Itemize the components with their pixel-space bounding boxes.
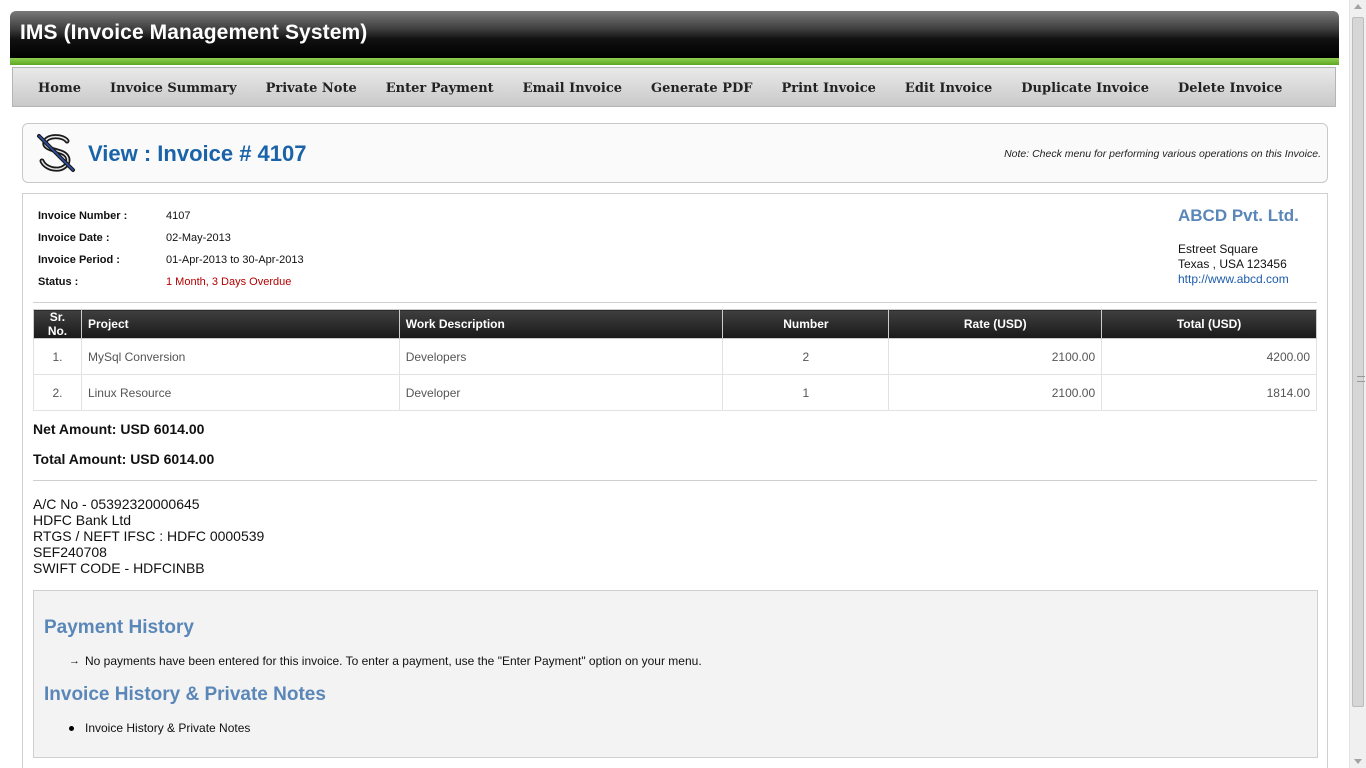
bullet-icon	[69, 725, 77, 731]
cell-rate: 2100.00	[888, 338, 1103, 375]
menu-list: Home Invoice Summary Private Note Enter …	[38, 81, 1311, 96]
invoice-panel: Invoice Number : 4107 Invoice Date : 02-…	[22, 193, 1328, 768]
menu-generate-pdf[interactable]: Generate PDF	[651, 81, 752, 96]
info-row-period: Invoice Period : 01-Apr-2013 to 30-Apr-2…	[38, 254, 304, 276]
menu-private-note[interactable]: Private Note	[266, 81, 357, 96]
payment-history-item: → No payments have been entered for this…	[69, 654, 702, 668]
company-address-line2: Texas , USA 123456	[1178, 257, 1287, 271]
cell-number: 2	[722, 338, 890, 375]
cell-number: 1	[722, 374, 890, 411]
invoice-history-item: Invoice History & Private Notes	[69, 721, 250, 735]
bank-name: HDFC Bank Ltd	[33, 512, 132, 528]
page: IMS (Invoice Management System) Home Inv…	[0, 0, 1366, 768]
invoice-status-label: Status :	[38, 276, 79, 288]
divider	[33, 480, 1317, 481]
company-address-line1: Estreet Square	[1178, 242, 1259, 256]
invoice-date-value: 02-May-2013	[166, 232, 231, 244]
info-row-number: Invoice Number : 4107	[38, 210, 304, 232]
cell-project: MySql Conversion	[80, 338, 400, 375]
divider	[33, 302, 1317, 303]
scroll-down-arrow-icon[interactable]	[1354, 759, 1362, 764]
page-title-box: View : Invoice # 4107 Note: Check menu f…	[22, 123, 1328, 183]
company-website-link[interactable]: http://www.abcd.com	[1178, 272, 1299, 287]
history-panel: Payment History → No payments have been …	[33, 590, 1318, 758]
table-header-row: Sr. No. Project Work Description Number …	[33, 309, 1317, 339]
info-row-status: Status : 1 Month, 3 Days Overdue	[38, 276, 304, 298]
cell-total: 4200.00	[1101, 338, 1317, 375]
invoice-info: Invoice Number : 4107 Invoice Date : 02-…	[38, 210, 304, 298]
app-title: IMS (Invoice Management System)	[20, 21, 368, 44]
table-row: 2. Linux Resource Developer 1 2100.00 18…	[33, 374, 1317, 411]
invoice-history-item-label: Invoice History & Private Notes	[85, 721, 251, 735]
company-block: ABCD Pvt. Ltd. Estreet Square Texas , US…	[1178, 206, 1299, 287]
page-title: View : Invoice # 4107	[88, 141, 307, 166]
info-row-date: Invoice Date : 02-May-2013	[38, 232, 304, 254]
menu-invoice-summary[interactable]: Invoice Summary	[110, 81, 237, 96]
table-row: 1. MySql Conversion Developers 2 2100.00…	[33, 338, 1317, 375]
invoice-period-label: Invoice Period :	[38, 254, 120, 266]
cell-work-description: Developer	[398, 374, 724, 411]
invoice-period-value: 01-Apr-2013 to 30-Apr-2013	[166, 254, 304, 266]
column-header-number: Number	[722, 309, 890, 339]
payment-history-title: Payment History	[44, 617, 194, 638]
menu-edit-invoice[interactable]: Edit Invoice	[905, 81, 992, 96]
cell-total: 1814.00	[1101, 374, 1317, 411]
bank-ifsc: RTGS / NEFT IFSC : HDFC 0000539	[33, 528, 265, 544]
column-header-project: Project	[80, 309, 400, 339]
dollar-icon	[37, 134, 75, 172]
arrow-right-icon: →	[69, 655, 80, 667]
column-header-sr-no: Sr. No.	[33, 309, 82, 339]
scrollbar-thumb[interactable]	[1352, 17, 1365, 707]
app-header: IMS (Invoice Management System)	[10, 11, 1339, 58]
invoice-number-label: Invoice Number :	[38, 210, 128, 222]
menu-delete-invoice[interactable]: Delete Invoice	[1178, 81, 1282, 96]
invoice-date-label: Invoice Date :	[38, 232, 110, 244]
bank-details: A/C No - 05392320000645 HDFC Bank Ltd RT…	[33, 496, 264, 576]
menu-print-invoice[interactable]: Print Invoice	[781, 81, 875, 96]
header-accent-bar	[10, 58, 1339, 65]
net-amount: Net Amount: USD 6014.00	[33, 421, 205, 437]
column-header-work-description: Work Description	[398, 309, 724, 339]
invoice-number-value: 4107	[166, 210, 191, 222]
cell-work-description: Developers	[398, 338, 724, 375]
menu-duplicate-invoice[interactable]: Duplicate Invoice	[1021, 81, 1149, 96]
scroll-up-arrow-icon[interactable]	[1354, 4, 1362, 9]
bank-code: SEF240708	[33, 544, 107, 560]
column-header-total: Total (USD)	[1101, 309, 1317, 339]
total-amount: Total Amount: USD 6014.00	[33, 451, 215, 467]
invoice-history-title: Invoice History & Private Notes	[44, 684, 326, 705]
menu-home[interactable]: Home	[38, 81, 81, 96]
column-header-rate: Rate (USD)	[888, 309, 1103, 339]
vertical-scrollbar[interactable]	[1349, 0, 1366, 768]
menu-email-invoice[interactable]: Email Invoice	[523, 81, 622, 96]
company-name: ABCD Pvt. Ltd.	[1178, 206, 1299, 225]
bank-swift-code: SWIFT CODE - HDFCINBB	[33, 560, 205, 576]
cell-project: Linux Resource	[80, 374, 400, 411]
main-menu: Home Invoice Summary Private Note Enter …	[12, 67, 1336, 107]
cell-sr-no: 1.	[33, 338, 82, 375]
bank-account-number: A/C No - 05392320000645	[33, 496, 200, 512]
cell-rate: 2100.00	[888, 374, 1103, 411]
invoice-items-table: Sr. No. Project Work Description Number …	[33, 309, 1317, 411]
payment-history-message: No payments have been entered for this i…	[85, 654, 702, 668]
menu-enter-payment[interactable]: Enter Payment	[386, 81, 494, 96]
grip-icon	[1357, 376, 1365, 382]
invoice-status-value: 1 Month, 3 Days Overdue	[166, 276, 292, 288]
page-note: Note: Check menu for performing various …	[1004, 148, 1321, 160]
cell-sr-no: 2.	[33, 374, 82, 411]
